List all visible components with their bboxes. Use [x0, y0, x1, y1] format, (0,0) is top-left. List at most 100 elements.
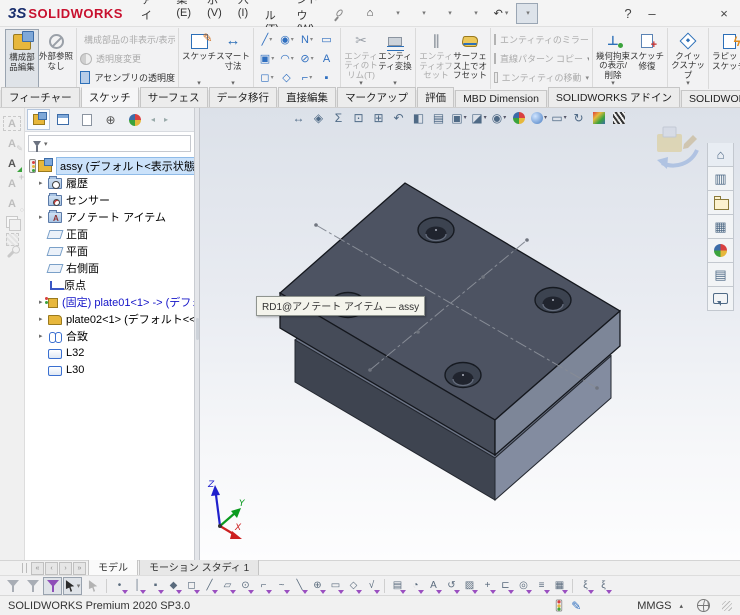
- move-entities-button[interactable]: エンティティの移動▾: [494, 69, 589, 87]
- file-explorer-tab[interactable]: [707, 191, 734, 215]
- filter-connection-points[interactable]: ≡: [533, 578, 550, 594]
- filter-vertices[interactable]: •: [111, 578, 128, 594]
- tab-solidworks-cam[interactable]: SOLIDWORKS CAM: [681, 90, 740, 107]
- filter-surface-finish[interactable]: ⊏: [497, 578, 514, 594]
- tab-features[interactable]: フィーチャー: [1, 87, 80, 107]
- tree-item-right-plane[interactable]: 右側面: [27, 259, 194, 276]
- hide-show-items-icon[interactable]: ◉▾: [490, 109, 508, 126]
- print-button[interactable]: ▾: [464, 3, 486, 24]
- rebuild-button[interactable]: [542, 3, 564, 24]
- home-button[interactable]: ⌂: [360, 3, 382, 24]
- filter-weld-beads[interactable]: ξ: [595, 578, 612, 594]
- display-delete-relations-button[interactable]: ⊥ 幾何拘束の表示/削除 ▾: [596, 29, 630, 88]
- change-transparency-button[interactable]: 透明度変更: [80, 50, 175, 68]
- help-button[interactable]: ?: [616, 3, 640, 24]
- account-button[interactable]: [592, 3, 616, 24]
- quick-snaps-button[interactable]: クイックスナップ ▾: [671, 29, 705, 88]
- select-other-button[interactable]: [83, 577, 102, 595]
- tree-item-mates[interactable]: ▸ 合致: [27, 327, 194, 344]
- measure-icon[interactable]: ↔: [290, 109, 308, 126]
- custom-properties-tab[interactable]: ▤: [707, 263, 734, 287]
- propertymanager-tab[interactable]: [51, 109, 74, 130]
- filter-weld-symbols[interactable]: +: [479, 578, 496, 594]
- open-button[interactable]: ▾: [412, 3, 434, 24]
- edit-component-button[interactable]: 構成部品編集: [5, 29, 39, 88]
- view-settings-icon[interactable]: ▭▾: [550, 109, 568, 126]
- filter-gdt[interactable]: ↺: [443, 578, 460, 594]
- filter-dowel-pins[interactable]: ξ: [577, 578, 594, 594]
- tab-solidworks-addins[interactable]: SOLIDWORKS アドイン: [548, 87, 680, 107]
- tab-sketch[interactable]: スケッチ: [81, 87, 139, 107]
- rotate-view-icon[interactable]: ↻: [570, 109, 588, 126]
- point-tool[interactable]: ▪: [317, 68, 337, 87]
- resize-grip[interactable]: [722, 601, 732, 611]
- next-tab-button[interactable]: ›: [59, 562, 72, 575]
- filter-centerlines[interactable]: ▭: [327, 578, 344, 594]
- close-button[interactable]: ×: [712, 3, 736, 24]
- maximize-button[interactable]: [688, 3, 712, 24]
- spline-tool[interactable]: N▾: [297, 30, 317, 49]
- previous-view-icon[interactable]: ↶: [390, 109, 408, 126]
- save-button[interactable]: ▾: [438, 3, 460, 24]
- filter-notes[interactable]: ◔: [407, 578, 424, 594]
- filter-sketches[interactable]: ⌐: [255, 578, 272, 594]
- line-tool[interactable]: ╱▾: [257, 30, 277, 49]
- filter-balloons[interactable]: A: [425, 578, 442, 594]
- center-rectangle-tool[interactable]: ▣▾: [257, 49, 277, 68]
- featuremanager-tab[interactable]: [27, 109, 50, 130]
- hatch-area-icon[interactable]: [6, 233, 19, 246]
- design-library-tab[interactable]: ▥: [707, 167, 734, 191]
- find-annotation-icon[interactable]: A: [3, 196, 21, 211]
- tree-item-plate02[interactable]: ▸ plate02<1> (デフォルト<<デフォルト>_表: [27, 310, 194, 327]
- apply-scene-icon[interactable]: ▾: [530, 109, 548, 126]
- color-swatch-icon[interactable]: [590, 109, 608, 126]
- hide-show-components-button[interactable]: 構成部品の非表示/表示: [80, 30, 175, 48]
- insert-annotation-icon[interactable]: A: [3, 156, 21, 171]
- view-orientation-icon[interactable]: ▣▾: [450, 109, 468, 126]
- scroll-right-icon[interactable]: ▸: [160, 109, 172, 130]
- zoom-to-fit-icon[interactable]: ⊡: [350, 109, 368, 126]
- tree-item-sketch-l30[interactable]: L30: [27, 361, 194, 378]
- tab-bar-grip[interactable]: [22, 563, 27, 573]
- section-view-icon[interactable]: ◧: [410, 109, 428, 126]
- toggle-selection-filters-button[interactable]: [43, 577, 62, 595]
- tab-surfaces[interactable]: サーフェス: [140, 87, 208, 107]
- status-globe-icon[interactable]: [697, 599, 710, 612]
- dimxpertmanager-tab[interactable]: ⊕: [99, 109, 122, 130]
- filter-hole-callouts[interactable]: √: [363, 578, 380, 594]
- tree-item-history[interactable]: ▸ 履歴: [27, 174, 194, 191]
- filter-dimensions[interactable]: ◇: [345, 578, 362, 594]
- tools-icon[interactable]: [6, 247, 17, 258]
- slot-tool[interactable]: ◻▾: [257, 68, 277, 87]
- tab-markup[interactable]: マークアップ: [337, 87, 416, 107]
- restore-button[interactable]: [664, 3, 688, 24]
- filter-routing-points[interactable]: ▦: [551, 578, 568, 594]
- filter-clear-icon[interactable]: [23, 577, 42, 595]
- filter-sketch-points[interactable]: ⊙: [237, 578, 254, 594]
- select-button[interactable]: ▾: [516, 3, 538, 24]
- filter-sketch-segments[interactable]: ~: [273, 578, 290, 594]
- sketch-button[interactable]: スケッチ ▾: [182, 29, 216, 88]
- mirror-entities-button[interactable]: エンティティのミラー▾: [494, 30, 589, 48]
- note-icon[interactable]: A: [3, 116, 21, 131]
- filter-planes[interactable]: ▱: [219, 578, 236, 594]
- tab-data-migration[interactable]: データ移行: [209, 87, 278, 107]
- rapid-sketch-button[interactable]: ラピッドスケッチ: [712, 29, 740, 88]
- tab-evaluate[interactable]: 評価: [417, 87, 454, 107]
- add-annotation-icon[interactable]: A: [3, 176, 21, 191]
- units-selector[interactable]: MMGS: [637, 600, 671, 612]
- tree-item-front-plane[interactable]: 正面: [27, 225, 194, 242]
- pin-menu-icon[interactable]: [335, 8, 344, 17]
- no-external-references-button[interactable]: 外部参照なし: [39, 29, 73, 88]
- ellipse-tool[interactable]: ⊘▾: [297, 49, 317, 68]
- copy-pages-icon[interactable]: [6, 216, 18, 228]
- prev-tab-button[interactable]: ‹: [45, 562, 58, 575]
- annotation-views-icon[interactable]: ▤: [430, 109, 448, 126]
- smart-dimension-button[interactable]: ↔ スマート寸法 ▾: [216, 29, 250, 88]
- filter-axes[interactable]: ╱: [201, 578, 218, 594]
- undo-button[interactable]: ↶▾: [490, 3, 512, 24]
- tab-direct-editing[interactable]: 直接編集: [278, 87, 336, 107]
- tree-item-plate01[interactable]: ▸ (固定) plate01<1> -> (デフォルト<<デ: [27, 293, 194, 310]
- linked-note-icon[interactable]: A: [3, 136, 21, 151]
- linear-pattern-button[interactable]: 直線パターン コピー▾: [494, 50, 589, 68]
